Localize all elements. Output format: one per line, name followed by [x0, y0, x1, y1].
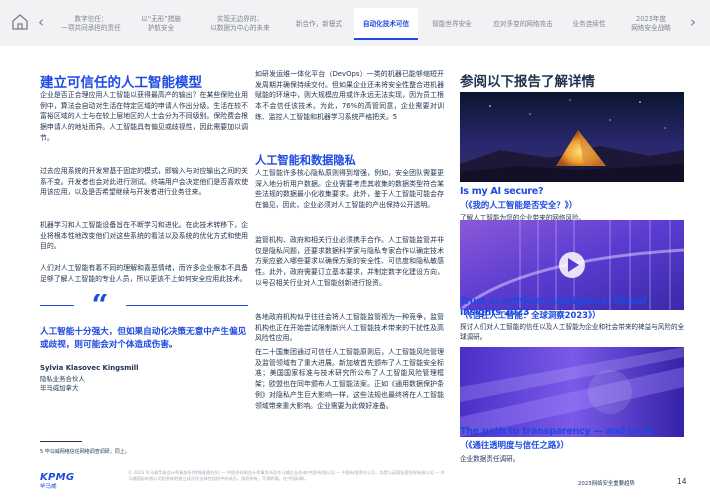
section-heading-trusted-ai: 建立可信任的人工智能模型 [40, 75, 202, 91]
kpmg-logo-cn: 毕马威 [40, 484, 57, 490]
report-thumbnail-1[interactable] [460, 92, 684, 182]
tent-night-image [460, 92, 684, 182]
report-desc-2: 探讨人们对人工智能的信任以及人工智能为企业和社会带来的裨益与风险的全球调研。 [460, 323, 685, 341]
tab-invisible-security[interactable]: 以“无形”措施 护航安全 [130, 8, 192, 40]
kpmg-logo: KPMG 毕马威 [40, 472, 74, 490]
footnote-rule [40, 441, 82, 442]
tab-digital-trust[interactable]: 数字信任： 一项共同承担的责任 [56, 8, 126, 40]
tab-label: 以“无形”措施 护航安全 [141, 15, 181, 32]
tab-label: 智能世界安全 [432, 19, 472, 28]
report-title-cn-2[interactable]: （《信任人工智能：全球洞察2023》） [460, 309, 601, 321]
tab-new-collaboration[interactable]: 新合作，新模式 [288, 8, 350, 40]
legal-disclaimer: © 2023 毕马威华振会计师事务所(特殊普通合伙) — 中国合伙制会计师事务所… [128, 470, 445, 482]
left-paragraph-4: 人们对人工智能有着不同的理解和喜恶情绪，而许多企业根本不具备足够了解人工智能的专… [40, 264, 248, 283]
quote-author-title: 隐私业务合伙人 [40, 375, 85, 383]
pull-quote: 人工智能十分强大，但如果自动化决策无意中产生偏见或歧视，则可能会对个体造成伤害。 [40, 327, 247, 350]
quote-rule-left [40, 305, 74, 306]
middle-paragraph-1: 如研发运维一体化平台（DevOps）一类的机器已能够缩短开发周期并确保持续交付。… [255, 70, 444, 121]
tab-label: 新合作，新模式 [295, 19, 343, 28]
tab-label: 数字信任： 一项共同承担的责任 [61, 15, 121, 32]
section-heading-ai-privacy: 人工智能和数据隐私 [255, 154, 356, 167]
footer-report-title: 2023网络安全重要趋势 [578, 481, 635, 487]
top-nav: ‹ 数字信任： 一项共同承担的责任 以“无形”措施 护航安全 实现无边界的、 以… [0, 0, 710, 46]
tab-label: 业务连续性 [572, 19, 606, 28]
tab-label: 实现无边界的、 以数据为中心的未来 [210, 15, 270, 32]
tab-data-centric[interactable]: 实现无边界的、 以数据为中心的未来 [196, 8, 284, 40]
svg-text:“: “ [91, 294, 108, 316]
quote-rule-right [126, 305, 248, 306]
report-title-en-3[interactable]: The path to transparency — and trust [460, 426, 653, 437]
tab-label: 应对多变的网络攻击 [493, 19, 553, 28]
abstract-light-image [460, 347, 684, 437]
middle-paragraph-3: 监管机构、政府和相关行业必须携手合作。人工智能监管并非仅是隐私问题，还要求数据科… [255, 236, 444, 287]
report-title-en-1[interactable]: Is my AI secure? [460, 186, 544, 197]
tab-2023-strategy[interactable]: 2023年度 网络安全战略 [618, 8, 684, 40]
report-title-cn-3[interactable]: （《通往透明度与信任之路》） [460, 439, 569, 451]
tab-smart-world[interactable]: 智能世界安全 [422, 8, 482, 40]
left-paragraph-1: 企业是否正合理应用人工智能以获得最高产的输出？在某些保险业用例中，算法会自动对生… [40, 91, 248, 142]
prev-arrow-icon[interactable]: ‹ [38, 13, 44, 31]
tab-automation-trust[interactable]: 自动化技术可信 [354, 8, 418, 40]
quote-author-name: Sylvia Klasovec Kingsmill [40, 364, 139, 372]
active-tab-indicator [354, 38, 418, 40]
further-reading-heading: 参阅以下报告了解详情 [460, 74, 595, 90]
next-arrow-icon[interactable]: › [690, 13, 696, 31]
footnote: 5 毕马威网络信任网络调查调研，同上。 [40, 449, 130, 455]
tab-label: 2023年度 网络安全战略 [631, 15, 671, 32]
middle-paragraph-5: 在二十国集团通过可信任人工智能原则后，人工智能风险管理及监管领域有了重大进展。新… [255, 348, 444, 410]
home-icon[interactable] [10, 12, 30, 32]
tab-business-continuity[interactable]: 业务连续性 [564, 8, 614, 40]
quote-author-org: 毕马威加拿大 [40, 384, 79, 392]
tab-cyber-attacks[interactable]: 应对多变的网络攻击 [486, 8, 560, 40]
left-paragraph-2: 过去应用系统的开发常基于固定的模式，即输入与对应输出之间的关系不变。开发者也会对… [40, 167, 248, 197]
report-title-cn-1[interactable]: （《我的人工智能是否安全？》） [460, 199, 577, 211]
left-paragraph-3: 机器学习和人工智能设备旨在不断学习和进化。在此技术转移下，企业将根本性地改变他们… [40, 221, 248, 251]
report-thumbnail-3[interactable] [460, 347, 684, 437]
report-desc-3: 企业数据责任调研。 [460, 455, 520, 463]
middle-paragraph-2: 人工智能许多核心隐私原则得到增强，例如，安全团队需要更深入地分析用户数据。企业需… [255, 169, 444, 210]
middle-paragraph-4: 各地政府机构似乎往往会将人工智能监管视为一种竞争，监管机构也正在开始尝试限制新兴… [255, 313, 444, 343]
quote-icon: “ [91, 294, 108, 316]
page-number: 14 [677, 477, 687, 486]
tab-label: 自动化技术可信 [362, 19, 410, 28]
